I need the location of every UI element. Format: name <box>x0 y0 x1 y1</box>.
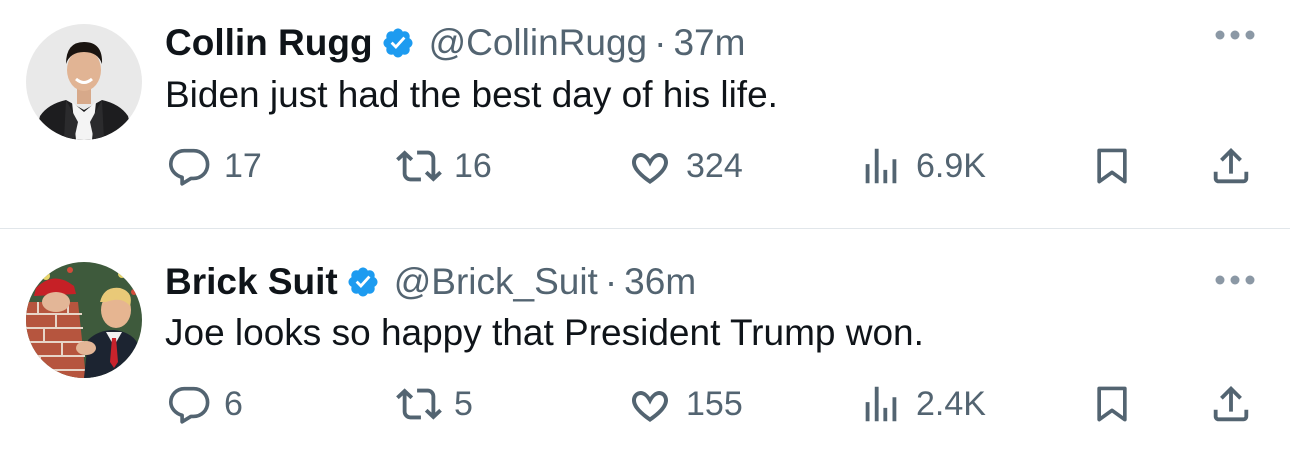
reply-icon <box>166 143 212 189</box>
views-count: 2.4K <box>916 384 986 423</box>
reply-button[interactable]: 6 <box>166 380 243 428</box>
like-button[interactable]: 155 <box>626 380 743 428</box>
separator: · <box>604 261 618 302</box>
bookmark-button[interactable] <box>1090 142 1134 190</box>
avatar[interactable] <box>26 24 142 140</box>
tweet[interactable]: Collin Rugg @CollinRugg · 37m Biden just… <box>0 0 1290 228</box>
views-icon <box>858 381 904 427</box>
like-count: 324 <box>686 146 743 185</box>
display-name[interactable]: Brick Suit <box>165 261 338 303</box>
share-icon <box>1208 143 1254 189</box>
like-count: 155 <box>686 384 743 423</box>
timestamp[interactable]: 37m <box>673 22 745 64</box>
handle[interactable]: @CollinRugg <box>429 22 648 64</box>
views-button[interactable]: 6.9K <box>858 142 986 190</box>
more-icon[interactable] <box>1214 273 1256 287</box>
retweet-count: 5 <box>454 384 473 423</box>
share-icon <box>1208 381 1254 427</box>
like-icon <box>626 142 674 190</box>
share-button[interactable] <box>1208 142 1254 190</box>
retweet-button[interactable]: 5 <box>396 380 473 428</box>
handle[interactable]: @Brick_Suit <box>394 261 598 303</box>
reply-button[interactable]: 17 <box>166 142 262 190</box>
retweet-icon <box>396 143 442 189</box>
retweet-icon <box>396 381 442 427</box>
tweet-header: Collin Rugg @CollinRugg · 37m <box>165 18 745 68</box>
reply-icon <box>166 381 212 427</box>
tweet-header: Brick Suit @Brick_Suit · 36m <box>165 257 696 307</box>
bookmark-button[interactable] <box>1090 380 1134 428</box>
tweet-text: Biden just had the best day of his life. <box>165 74 778 115</box>
bookmark-icon <box>1090 142 1134 190</box>
views-button[interactable]: 2.4K <box>858 380 986 428</box>
verified-badge-icon <box>381 26 415 60</box>
views-icon <box>858 143 904 189</box>
display-name[interactable]: Collin Rugg <box>165 22 373 64</box>
share-button[interactable] <box>1208 380 1254 428</box>
more-icon[interactable] <box>1214 28 1256 42</box>
tweet-text: Joe looks so happy that President Trump … <box>165 312 924 353</box>
retweet-button[interactable]: 16 <box>396 142 492 190</box>
retweet-count: 16 <box>454 146 492 185</box>
like-button[interactable]: 324 <box>626 142 743 190</box>
avatar[interactable] <box>26 262 142 378</box>
views-count: 6.9K <box>916 146 986 185</box>
reply-count: 17 <box>224 146 262 185</box>
separator: · <box>654 22 667 63</box>
timestamp[interactable]: 36m <box>624 261 696 303</box>
like-icon <box>626 380 674 428</box>
verified-badge-icon <box>346 265 380 299</box>
reply-count: 6 <box>224 384 243 423</box>
tweet[interactable]: Brick Suit @Brick_Suit · 36m Joe looks s… <box>0 229 1290 457</box>
bookmark-icon <box>1090 380 1134 428</box>
